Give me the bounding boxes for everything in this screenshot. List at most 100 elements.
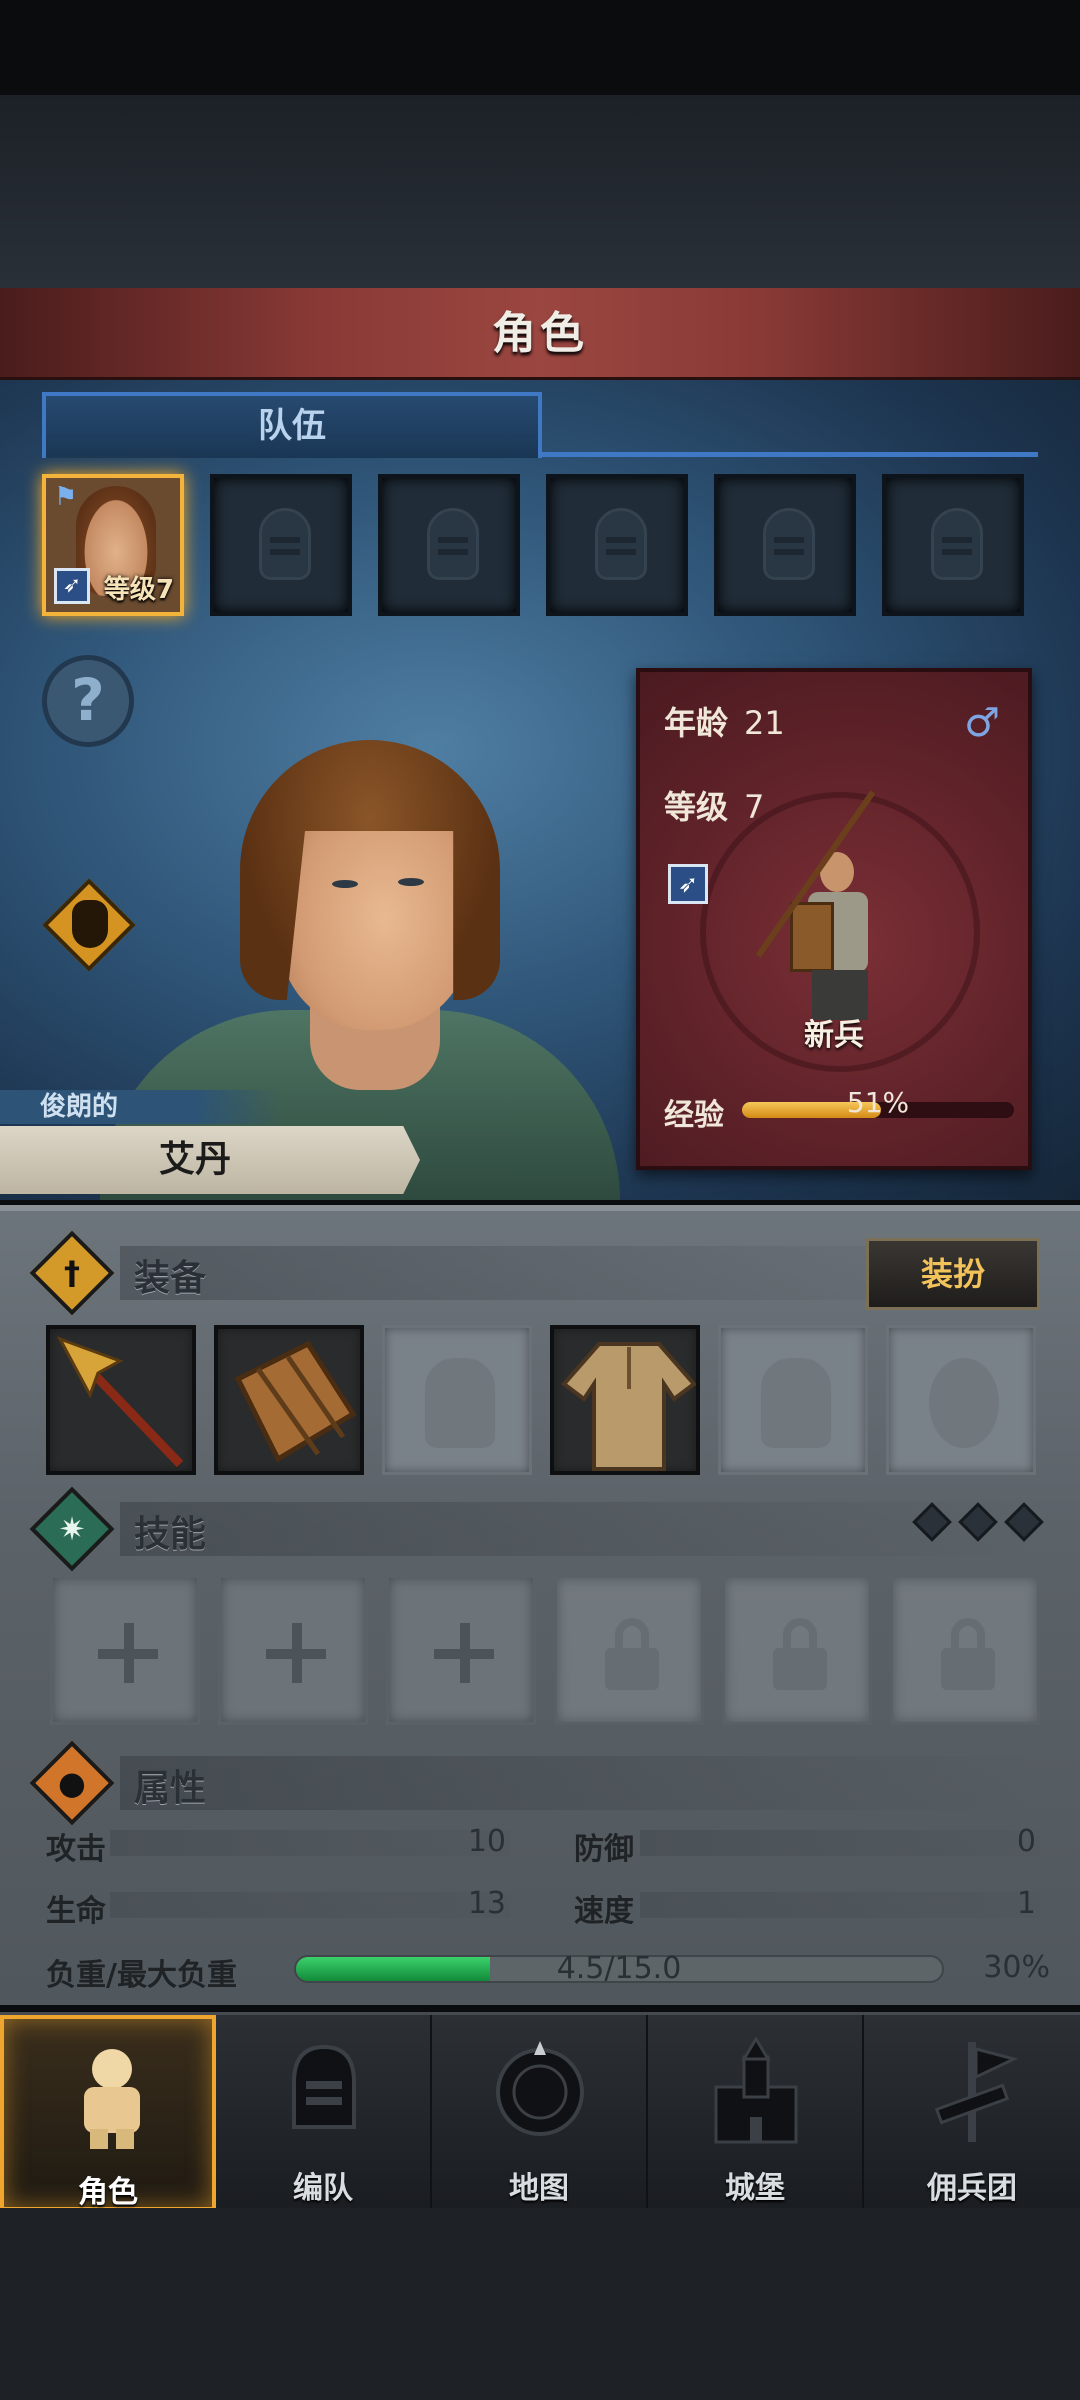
helmet-placeholder-icon bbox=[427, 508, 479, 580]
page-title: 角色 bbox=[492, 308, 588, 359]
attack-label: 攻击 bbox=[46, 1832, 106, 1867]
team-slot-1[interactable]: ⚑ ➶ 等级7 bbox=[42, 474, 184, 616]
speed-value: 1 bbox=[1016, 1886, 1036, 1921]
equipment-header: † 装备 bbox=[29, 1230, 342, 1316]
nav-castle[interactable]: 城堡 bbox=[648, 2015, 864, 2211]
helmet-placeholder-icon bbox=[931, 508, 983, 580]
attributes-header: ● 属性 bbox=[29, 1740, 342, 1826]
figure-icon: ● bbox=[58, 1764, 86, 1802]
title-banner: 角色 bbox=[0, 288, 1080, 380]
lock-icon bbox=[773, 1618, 827, 1690]
helmet-icon bbox=[292, 2044, 356, 2129]
skill-slot-1[interactable] bbox=[50, 1575, 200, 1725]
skills-title: 技能 bbox=[134, 1514, 207, 1555]
speed-label: 速度 bbox=[574, 1894, 634, 1929]
team-slot-2[interactable] bbox=[210, 474, 352, 616]
knight-icon bbox=[84, 2049, 140, 2149]
spear-icon: ➶ bbox=[54, 568, 90, 604]
castle-icon bbox=[714, 2037, 798, 2144]
skill-slot-4[interactable] bbox=[554, 1575, 704, 1725]
tab-underline bbox=[538, 452, 1038, 457]
skills-header: ✷ 技能 bbox=[29, 1486, 342, 1572]
lock-icon bbox=[605, 1618, 659, 1690]
dagger-icon: † bbox=[64, 1254, 80, 1292]
defense-value: 0 bbox=[1016, 1824, 1036, 1859]
cross-icon bbox=[434, 1623, 494, 1683]
hp-value: 13 bbox=[467, 1886, 506, 1921]
skill-slot-5[interactable] bbox=[722, 1575, 872, 1725]
nav-formation-label: 编队 bbox=[293, 2171, 353, 2206]
wooden-shield-icon bbox=[234, 1340, 357, 1463]
skill-slot-3[interactable] bbox=[386, 1575, 536, 1725]
level-row: 等级 7 bbox=[664, 782, 764, 828]
exp-percent: 51% bbox=[846, 1086, 910, 1119]
helmet-placeholder-icon bbox=[763, 508, 815, 580]
banner-icon bbox=[934, 2042, 1019, 2142]
exp-label: 经验 bbox=[664, 1098, 724, 1133]
attack-value: 10 bbox=[467, 1824, 506, 1859]
load-value: 4.5/15.0 bbox=[556, 1951, 682, 1986]
tunic-icon bbox=[561, 1342, 696, 1471]
top-background bbox=[0, 95, 1080, 290]
level-label: 等级 bbox=[664, 788, 729, 826]
equip-slot-helmet[interactable] bbox=[382, 1325, 532, 1475]
hp-label: 生命 bbox=[46, 1894, 106, 1929]
class-name: 新兵 bbox=[804, 1018, 864, 1053]
defense-label: 防御 bbox=[574, 1832, 634, 1867]
helmet-placeholder-icon bbox=[595, 508, 647, 580]
skill-slot-6[interactable] bbox=[890, 1575, 1040, 1725]
equip-slot-shield[interactable] bbox=[214, 1325, 364, 1475]
ring-placeholder-icon bbox=[929, 1358, 999, 1448]
nav-mercenary[interactable]: 佣兵团 bbox=[864, 2015, 1080, 2211]
cross-icon bbox=[266, 1623, 326, 1683]
load-label: 负重/最大负重 bbox=[46, 1958, 237, 1993]
team-slot-3[interactable] bbox=[378, 474, 520, 616]
compass-map-icon bbox=[496, 2041, 584, 2136]
lock-icon bbox=[941, 1618, 995, 1690]
character-epithet: 俊朗的 bbox=[40, 1092, 119, 1122]
load-percent: 30% bbox=[983, 1950, 1050, 1985]
age-row: 年龄 21 bbox=[664, 698, 785, 744]
skill-points bbox=[900, 1502, 1044, 1542]
team-slot-4[interactable] bbox=[546, 474, 688, 616]
spear-class-icon: ➶ bbox=[668, 864, 708, 904]
boots-placeholder-icon bbox=[761, 1358, 831, 1448]
attributes-title: 属性 bbox=[134, 1768, 207, 1809]
nav-map-label: 地图 bbox=[509, 2171, 569, 2206]
member-level: 等级7 bbox=[103, 575, 174, 605]
nav-map[interactable]: 地图 bbox=[432, 2015, 648, 2211]
tab-team-label: 队伍 bbox=[258, 406, 326, 446]
team-slot-5[interactable] bbox=[714, 474, 856, 616]
nav-character[interactable]: 角色 bbox=[0, 2015, 216, 2211]
equip-slot-weapon[interactable] bbox=[46, 1325, 196, 1475]
character-name: 艾丹 bbox=[158, 1139, 231, 1180]
spear-icon bbox=[56, 1336, 184, 1468]
flag-icon: ⚑ bbox=[54, 482, 78, 512]
star-icon: ✷ bbox=[58, 1510, 86, 1548]
bottom-background bbox=[0, 2208, 1080, 2400]
nav-castle-label: 城堡 bbox=[725, 2171, 785, 2206]
dress-up-button[interactable]: 装扮 bbox=[866, 1238, 1040, 1310]
helmet-placeholder-icon bbox=[259, 508, 311, 580]
team-slot-6[interactable] bbox=[882, 474, 1024, 616]
level-value: 7 bbox=[744, 788, 765, 826]
nav-character-label: 角色 bbox=[78, 2175, 138, 2210]
dress-up-label: 装扮 bbox=[920, 1255, 985, 1293]
helmet-placeholder-icon bbox=[425, 1358, 495, 1448]
character-portrait bbox=[100, 700, 620, 1200]
nav-formation[interactable]: 编队 bbox=[216, 2015, 432, 2211]
skill-slot-2[interactable] bbox=[218, 1575, 368, 1725]
equip-slot-ring[interactable] bbox=[886, 1325, 1036, 1475]
equipment-title: 装备 bbox=[134, 1258, 207, 1299]
recruit-figure bbox=[790, 852, 890, 1032]
equip-slot-boots[interactable] bbox=[718, 1325, 868, 1475]
tab-team[interactable]: 队伍 bbox=[42, 392, 542, 458]
male-icon: ♂ bbox=[964, 700, 1000, 746]
age-label: 年龄 bbox=[664, 704, 729, 742]
cross-icon bbox=[98, 1623, 158, 1683]
character-info-card: 年龄 21 ♂ 等级 7 ➶ 新兵 经验 51% bbox=[636, 668, 1032, 1170]
age-value: 21 bbox=[744, 704, 785, 742]
equip-slot-armor[interactable] bbox=[550, 1325, 700, 1475]
bottom-nav: 角色 编队 地图 城堡 佣兵团 bbox=[0, 2012, 1080, 2211]
nav-mercenary-label: 佣兵团 bbox=[927, 2171, 1017, 2206]
